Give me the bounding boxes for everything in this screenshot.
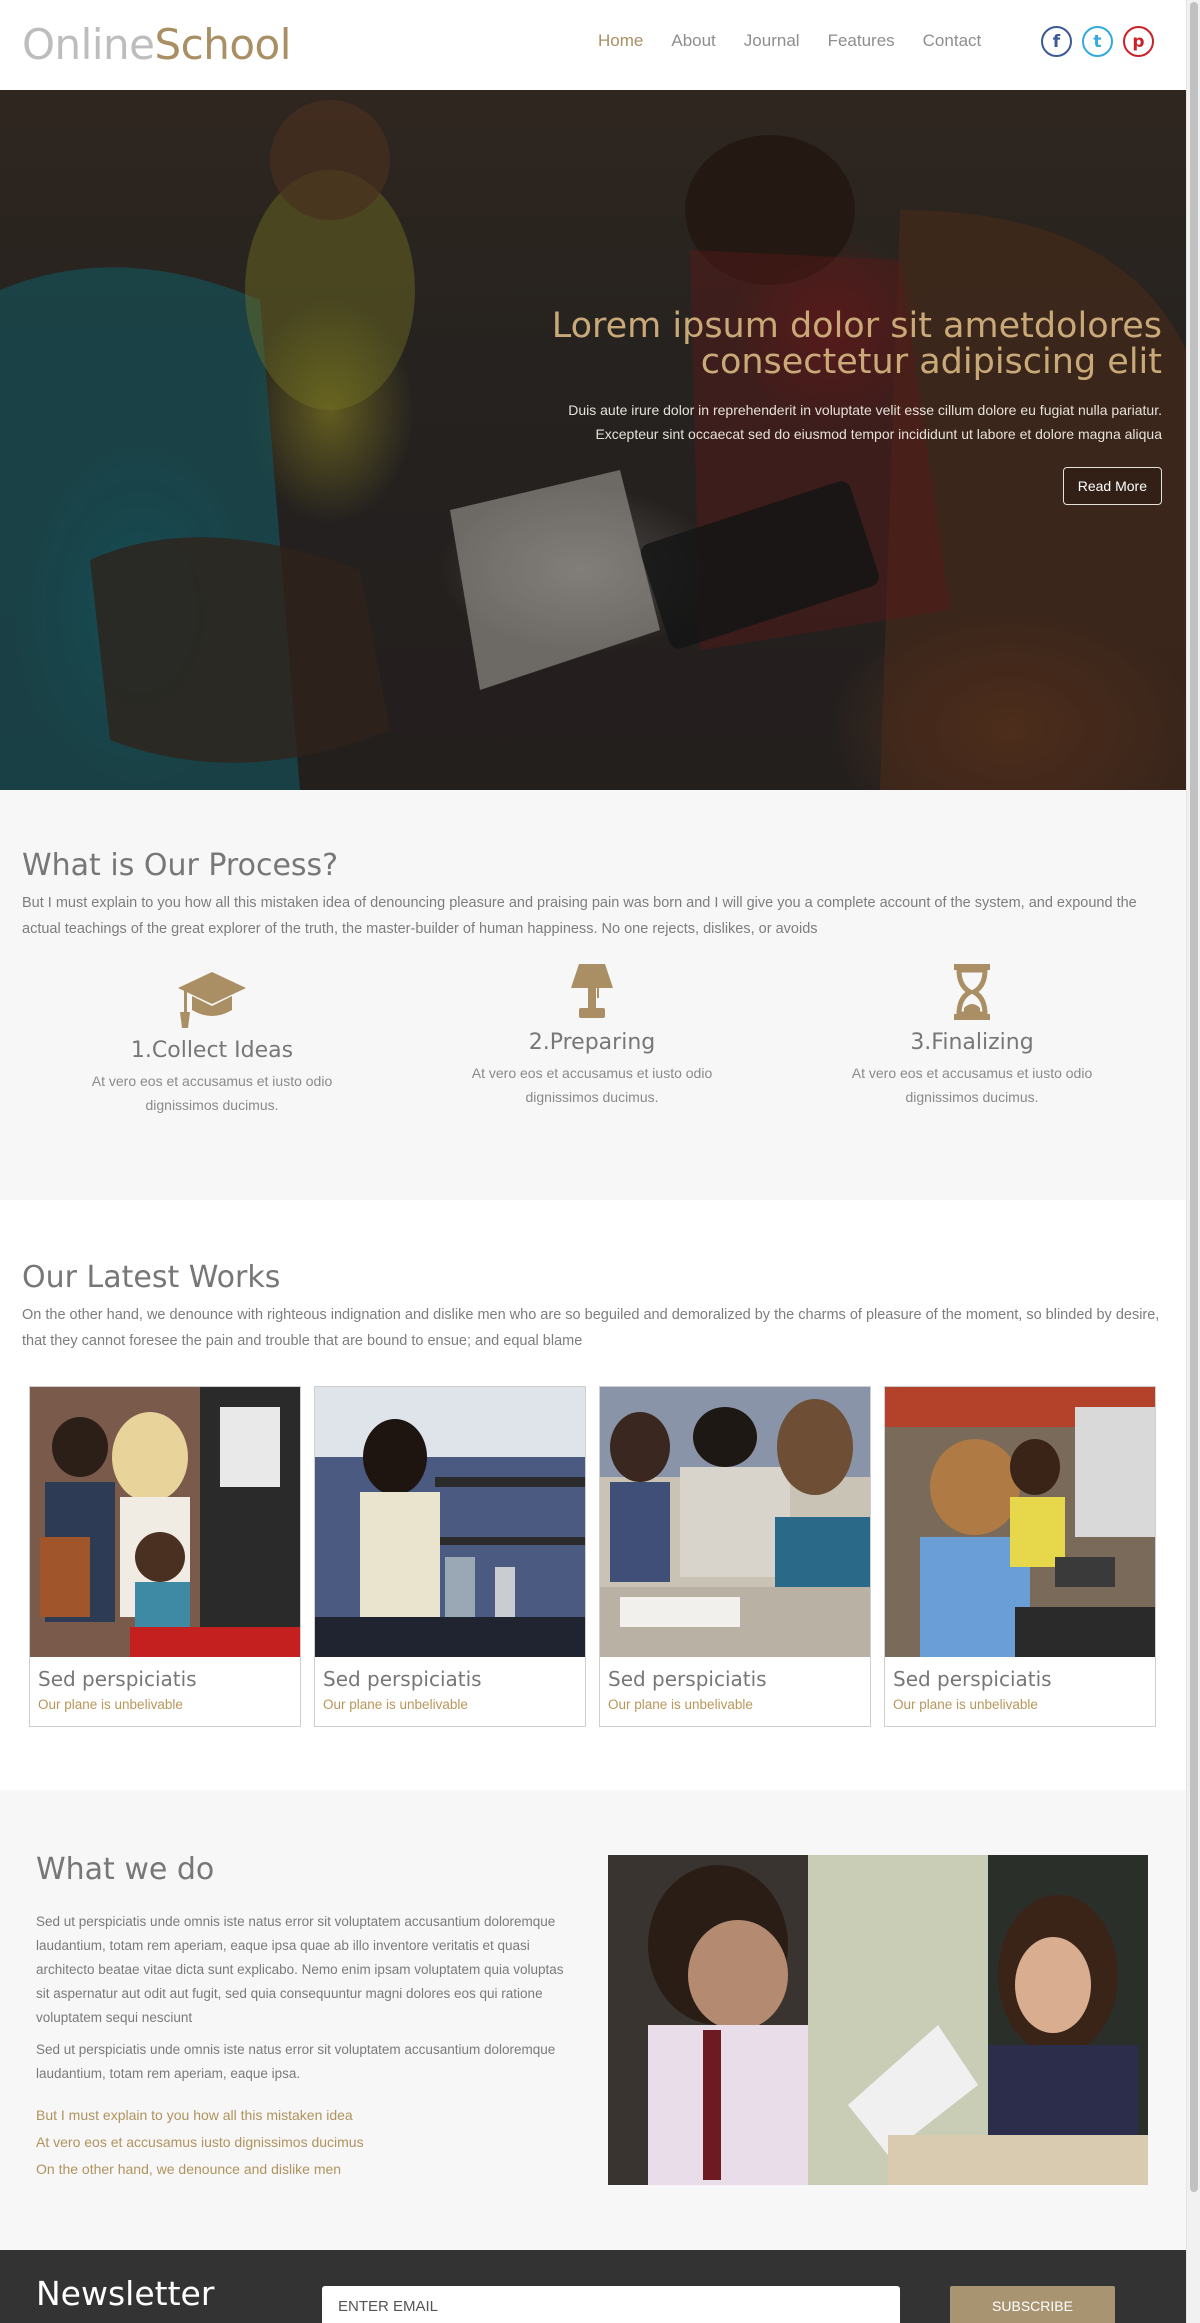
- process-text: But I must explain to you how all this m…: [22, 895, 1137, 937]
- what-we-do-paragraph-2: Sed ut perspiciatis unde omnis iste natu…: [36, 2042, 556, 2081]
- page: OnlineSchool Home About Journal Features…: [0, 0, 1186, 2323]
- work-subtitle: Our plane is unbelivable: [608, 1697, 753, 1712]
- scrollbar-thumb[interactable]: [1190, 2, 1198, 2192]
- what-we-do-link[interactable]: At vero eos et accusamus iusto dignissim…: [36, 2129, 364, 2156]
- work-card[interactable]: Sed perspiciatis Our plane is unbelivabl…: [884, 1386, 1156, 1727]
- what-we-do-image: [608, 1855, 1148, 2185]
- hero-text-line-2: Excepteur sint occaecat sed do eiusmod t…: [595, 426, 1162, 442]
- what-we-do-paragraph-1: Sed ut perspiciatis unde omnis iste natu…: [36, 1914, 564, 2025]
- newsletter-title: Newsletter: [36, 2274, 215, 2313]
- what-we-do-title: What we do: [36, 1852, 215, 1887]
- graduation-cap-icon: [178, 972, 246, 1028]
- work-image: [315, 1387, 585, 1657]
- work-subtitle: Our plane is unbelivable: [893, 1697, 1038, 1712]
- email-field[interactable]: [322, 2286, 900, 2323]
- facebook-icon[interactable]: f: [1041, 26, 1072, 57]
- what-we-do-link[interactable]: On the other hand, we denounce and disli…: [36, 2156, 364, 2183]
- subscribe-button[interactable]: SUBSCRIBE: [950, 2286, 1115, 2323]
- process-step: 1.Collect Ideas At vero eos et accusamus…: [22, 970, 402, 1117]
- step-desc: At vero eos et accusamus et iusto odio d…: [851, 1065, 1093, 1105]
- work-subtitle: Our plane is unbelivable: [38, 1697, 183, 1712]
- step-title: 1.Collect Ideas: [130, 1038, 294, 1063]
- work-image: [885, 1387, 1155, 1657]
- hero-text-line-1: Duis aute irure dolor in reprehenderit i…: [568, 402, 1162, 418]
- hero-title-line-2: consectetur adipiscing elit: [700, 342, 1162, 382]
- hourglass-icon: [954, 964, 990, 1020]
- process-section: What is Our Process? But I must explain …: [0, 790, 1186, 1200]
- logo[interactable]: OnlineSchool: [22, 20, 291, 69]
- pinterest-icon[interactable]: p: [1123, 26, 1154, 57]
- twitter-icon[interactable]: t: [1082, 26, 1113, 57]
- header: OnlineSchool Home About Journal Features…: [0, 0, 1186, 90]
- work-card[interactable]: Sed perspiciatis Our plane is unbelivabl…: [599, 1386, 871, 1727]
- nav-home[interactable]: Home: [598, 31, 643, 51]
- work-subtitle: Our plane is unbelivable: [323, 1697, 468, 1712]
- hero-text: Duis aute irure dolor in reprehenderit i…: [442, 398, 1162, 446]
- work-image: [600, 1387, 870, 1657]
- process-step: 3.Finalizing At vero eos et accusamus et…: [782, 962, 1162, 1109]
- scrollbar[interactable]: [1186, 0, 1200, 2323]
- step-desc: At vero eos et accusamus et iusto odio d…: [471, 1065, 713, 1105]
- what-we-do-link[interactable]: But I must explain to you how all this m…: [36, 2102, 364, 2129]
- work-title: Sed perspiciatis: [608, 1667, 767, 1691]
- process-step: 2.Preparing At vero eos et accusamus et …: [402, 962, 782, 1109]
- hero-title-line-1: Lorem ipsum dolor sit ametdolores: [551, 306, 1162, 346]
- work-title: Sed perspiciatis: [323, 1667, 482, 1691]
- works-grid: Sed perspiciatis Our plane is unbelivabl…: [29, 1386, 1159, 1727]
- read-more-button[interactable]: Read More: [1062, 467, 1162, 505]
- work-image: [30, 1387, 300, 1657]
- hero-banner: Lorem ipsum dolor sit ametdolores consec…: [0, 90, 1186, 790]
- logo-part-school: School: [154, 20, 291, 69]
- hero-title: Lorem ipsum dolor sit ametdolores consec…: [462, 308, 1162, 380]
- lamp-icon: [571, 964, 613, 1018]
- main-nav: Home About Journal Features Contact: [598, 31, 1009, 51]
- what-we-do-links: But I must explain to you how all this m…: [36, 2102, 364, 2183]
- work-title: Sed perspiciatis: [38, 1667, 197, 1691]
- nav-contact[interactable]: Contact: [923, 31, 982, 51]
- works-title: Our Latest Works: [22, 1260, 281, 1295]
- logo-part-online: Online: [22, 20, 155, 69]
- step-title: 2.Preparing: [528, 1030, 656, 1055]
- social-links: f t p: [1041, 26, 1154, 57]
- newsletter-section: Newsletter SUBSCRIBE: [0, 2250, 1186, 2323]
- work-card[interactable]: Sed perspiciatis Our plane is unbelivabl…: [29, 1386, 301, 1727]
- step-desc: At vero eos et accusamus et iusto odio d…: [91, 1073, 333, 1113]
- nav-features[interactable]: Features: [828, 31, 895, 51]
- nav-about[interactable]: About: [671, 31, 715, 51]
- work-title: Sed perspiciatis: [893, 1667, 1052, 1691]
- step-title: 3.Finalizing: [910, 1030, 1034, 1055]
- works-section: Our Latest Works On the other hand, we d…: [0, 1200, 1186, 1790]
- nav-journal[interactable]: Journal: [744, 31, 800, 51]
- works-text: On the other hand, we denounce with righ…: [22, 1307, 1160, 1349]
- process-title: What is Our Process?: [22, 848, 339, 883]
- work-card[interactable]: Sed perspiciatis Our plane is unbelivabl…: [314, 1386, 586, 1727]
- what-we-do-section: What we do Sed ut perspiciatis unde omni…: [0, 1790, 1186, 2250]
